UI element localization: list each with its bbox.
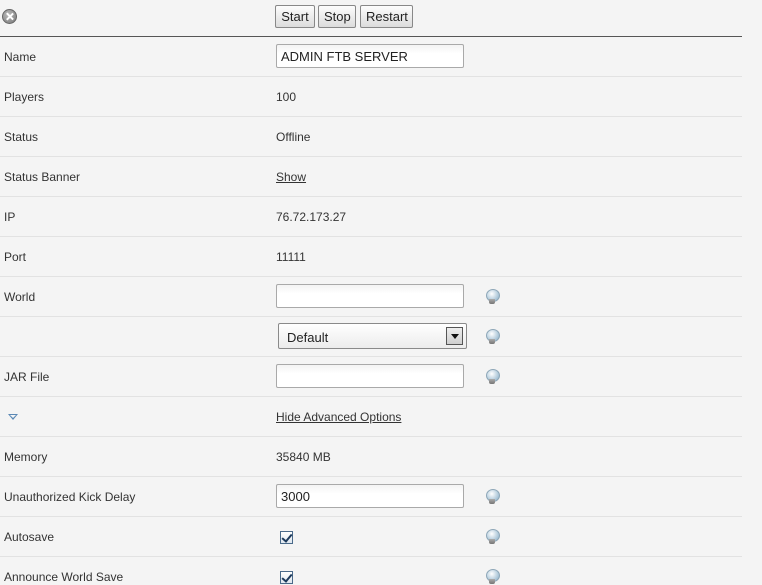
row-status-banner: Status Banner Show — [0, 157, 742, 197]
triangle-down-icon[interactable] — [8, 414, 18, 420]
row-players: Players 100 — [0, 77, 742, 117]
memory-label: Memory — [4, 450, 48, 464]
announce-save-label: Announce World Save — [4, 570, 124, 584]
players-value: 100 — [276, 90, 297, 104]
jar-file-label: JAR File — [4, 370, 50, 384]
row-kick-delay: Unauthorized Kick Delay — [0, 477, 742, 517]
name-label: Name — [4, 50, 37, 64]
memory-value: 35840 MB — [276, 450, 331, 464]
stop-button[interactable]: Stop — [318, 5, 356, 28]
row-port: Port 11111 — [0, 237, 742, 277]
world-input[interactable] — [276, 284, 464, 308]
kick-delay-label: Unauthorized Kick Delay — [4, 490, 136, 504]
status-banner-label: Status Banner — [4, 170, 81, 184]
hide-advanced-options-link[interactable]: Hide Advanced Options — [276, 410, 401, 424]
ip-label: IP — [4, 210, 16, 224]
port-value: 11111 — [276, 250, 306, 264]
kick-delay-input[interactable] — [276, 484, 464, 508]
show-banner-link[interactable]: Show — [276, 170, 306, 184]
world-template-help-icon[interactable] — [486, 329, 500, 345]
jar-file-help-icon[interactable] — [486, 369, 500, 385]
jar-file-input[interactable] — [276, 364, 464, 388]
row-memory: Memory 35840 MB — [0, 437, 742, 477]
restart-button[interactable]: Restart — [360, 5, 413, 28]
start-button[interactable]: Start — [275, 5, 315, 28]
kick-delay-help-icon[interactable] — [486, 489, 500, 505]
world-template-select[interactable]: Default — [278, 323, 467, 349]
autosave-checkbox[interactable] — [280, 531, 293, 544]
world-help-icon[interactable] — [486, 289, 500, 305]
row-status: Status Offline — [0, 117, 742, 157]
world-template-value: Default — [287, 330, 329, 345]
name-input[interactable] — [276, 44, 464, 68]
toolbar: Start Stop Restart — [0, 0, 742, 37]
row-jar-file: JAR File — [0, 357, 742, 397]
autosave-help-icon[interactable] — [486, 529, 500, 545]
status-value: Offline — [276, 130, 311, 144]
row-name: Name — [0, 37, 742, 77]
row-world-template: Default — [0, 317, 742, 357]
row-advanced-toggle: Hide Advanced Options — [0, 397, 742, 437]
ip-value: 76.72.173.27 — [276, 210, 347, 224]
row-autosave: Autosave — [0, 517, 742, 557]
status-label: Status — [4, 130, 39, 144]
players-label: Players — [4, 90, 45, 104]
port-label: Port — [4, 250, 27, 264]
row-ip: IP 76.72.173.27 — [0, 197, 742, 237]
close-icon[interactable] — [2, 9, 17, 24]
world-label: World — [4, 290, 36, 304]
row-world: World — [0, 277, 742, 317]
autosave-label: Autosave — [4, 530, 55, 544]
announce-save-help-icon[interactable] — [486, 569, 500, 585]
row-announce-save: Announce World Save — [0, 557, 742, 585]
server-settings-form: Name Players 100 Status Offline Status B… — [0, 37, 742, 585]
announce-save-checkbox[interactable] — [280, 571, 293, 584]
chevron-down-icon[interactable] — [446, 327, 463, 345]
